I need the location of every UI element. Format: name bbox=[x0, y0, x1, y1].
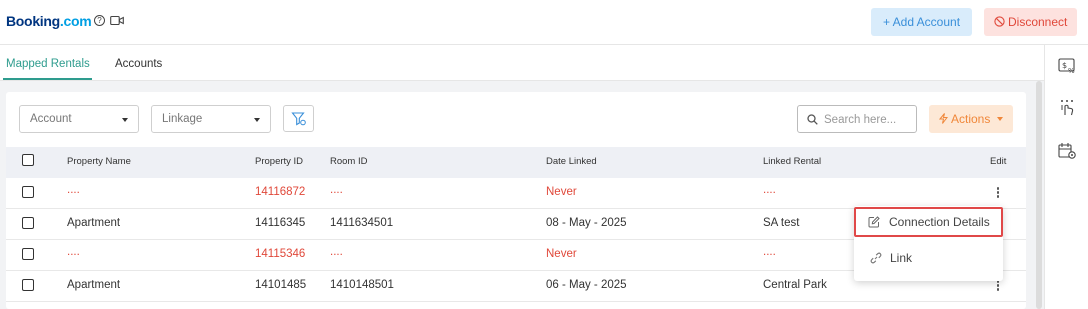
column-header-property-id[interactable]: Property ID bbox=[255, 156, 303, 167]
actions-label: Actions bbox=[950, 112, 991, 126]
disconnect-button[interactable]: Disconnect bbox=[984, 8, 1077, 36]
cell-property-id: 14115346 bbox=[255, 248, 306, 260]
disconnect-label: Disconnect bbox=[1007, 15, 1068, 29]
table-row bbox=[6, 178, 1026, 209]
menu-item-label: Connection Details bbox=[889, 215, 990, 229]
lightning-icon bbox=[939, 113, 949, 124]
cell-linked-rental: .... bbox=[763, 246, 776, 258]
actions-button[interactable]: Actions bbox=[929, 105, 1013, 133]
cell-property-id: 14116345 bbox=[255, 217, 306, 229]
tab-mapped-rentals[interactable]: Mapped Rentals bbox=[6, 58, 90, 70]
cell-property-name: Apartment bbox=[67, 279, 121, 291]
row-checkbox[interactable] bbox=[22, 248, 34, 260]
row-checkbox[interactable] bbox=[22, 186, 34, 198]
cell-date-linked: Never bbox=[546, 248, 577, 260]
right-rail: $ % bbox=[1044, 45, 1088, 309]
cell-linked-rental: SA test bbox=[763, 217, 800, 229]
chevron-down-icon bbox=[254, 118, 260, 122]
booking-logo: Booking.com bbox=[6, 13, 92, 29]
row-actions-menu: Connection Details Link bbox=[854, 206, 1003, 281]
hand-click-icon[interactable] bbox=[1058, 99, 1077, 117]
cell-property-id: 14101485 bbox=[255, 279, 307, 291]
select-all-checkbox[interactable] bbox=[22, 154, 34, 166]
cell-property-name: .... bbox=[67, 246, 80, 258]
column-header-edit: Edit bbox=[990, 156, 1007, 167]
scrollbar[interactable] bbox=[1036, 81, 1042, 309]
search-icon bbox=[807, 114, 818, 125]
ban-icon bbox=[993, 16, 1005, 27]
menu-item-label: Link bbox=[890, 251, 913, 265]
help-icon[interactable]: ? bbox=[94, 15, 105, 26]
edit-icon bbox=[868, 216, 880, 228]
menu-item-link[interactable]: Link bbox=[854, 243, 1003, 273]
svg-text:$: $ bbox=[1062, 61, 1067, 70]
cell-date-linked: 08 - May - 2025 bbox=[546, 217, 627, 229]
cell-room-id: .... bbox=[330, 246, 343, 258]
linkage-select[interactable]: Linkage bbox=[151, 105, 271, 133]
video-icon[interactable] bbox=[110, 15, 124, 26]
column-header-property-name[interactable]: Property Name bbox=[67, 156, 131, 167]
column-header-linked-rental[interactable]: Linked Rental bbox=[763, 156, 821, 167]
search-input[interactable] bbox=[824, 111, 912, 128]
tab-accounts[interactable]: Accounts bbox=[115, 58, 162, 70]
linkage-select-label: Linkage bbox=[162, 113, 203, 125]
menu-item-connection-details[interactable]: Connection Details bbox=[854, 207, 1003, 237]
cell-property-name: Apartment bbox=[67, 217, 121, 229]
chevron-down-icon bbox=[122, 118, 128, 122]
cell-property-name: .... bbox=[67, 184, 80, 196]
more-options-icon[interactable] bbox=[996, 280, 1000, 292]
cell-property-id: 14116872 bbox=[255, 186, 306, 198]
table-header bbox=[6, 147, 1026, 178]
row-checkbox[interactable] bbox=[22, 279, 34, 291]
top-bar: Booking.com ? + Add Account Disconnect bbox=[0, 0, 1088, 45]
search-box[interactable] bbox=[797, 105, 917, 133]
caret-down-icon bbox=[996, 117, 1003, 121]
filter-button[interactable] bbox=[283, 105, 314, 132]
more-options-icon[interactable] bbox=[996, 187, 1000, 199]
pricing-icon[interactable]: $ % bbox=[1058, 57, 1077, 75]
active-tab-indicator bbox=[3, 78, 92, 80]
cell-date-linked: Never bbox=[546, 186, 577, 198]
cell-date-linked: 06 - May - 2025 bbox=[546, 279, 627, 291]
calendar-settings-icon[interactable] bbox=[1058, 142, 1077, 160]
column-header-date-linked[interactable]: Date Linked bbox=[546, 156, 597, 167]
cell-linked-rental: .... bbox=[763, 184, 776, 196]
cell-room-id: .... bbox=[330, 184, 343, 196]
account-select[interactable]: Account bbox=[19, 105, 139, 133]
cell-linked-rental: Central Park bbox=[763, 279, 827, 291]
column-header-room-id[interactable]: Room ID bbox=[330, 156, 367, 167]
add-account-button[interactable]: + Add Account bbox=[871, 8, 972, 36]
row-checkbox[interactable] bbox=[22, 217, 34, 229]
link-icon bbox=[870, 252, 882, 264]
cell-room-id: 1410148501 bbox=[330, 279, 394, 291]
svg-text:%: % bbox=[1068, 67, 1075, 75]
filter-icon bbox=[291, 112, 306, 126]
cell-room-id: 1411634501 bbox=[330, 217, 394, 229]
tab-bar: Mapped Rentals Accounts bbox=[0, 45, 1044, 81]
account-select-label: Account bbox=[30, 113, 72, 125]
